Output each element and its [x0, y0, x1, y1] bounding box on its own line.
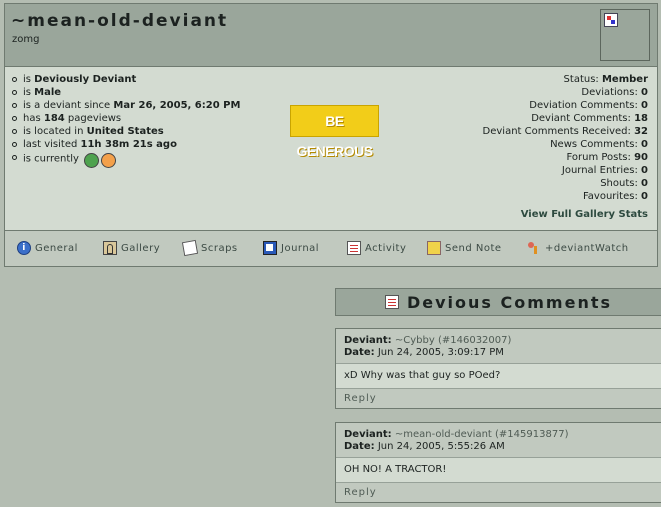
watch-icon	[527, 241, 541, 255]
comment-author-link[interactable]: ~mean-old-deviant	[395, 429, 492, 440]
nav-gallery[interactable]: Gallery	[103, 241, 160, 255]
comment-header: Deviant: ~mean-old-deviant (#145913877) …	[336, 423, 661, 458]
comment-card: Deviant: ~Cybby (#146032007) Date: Jun 2…	[335, 328, 661, 409]
journal-icon	[263, 241, 277, 255]
profile-panel: ~mean-old-deviant zomg is Deviously Devi…	[4, 3, 658, 231]
stat-row: Deviant Comments Received: 32	[482, 126, 648, 137]
info-item: is Male	[11, 86, 241, 99]
profile-nav: i General Gallery Scraps Journal Activit…	[4, 231, 658, 267]
stat-row: News Comments: 0	[550, 139, 648, 150]
info-item: has 184 pageviews	[11, 112, 241, 125]
gallery-icon	[103, 241, 117, 255]
stat-row: Deviations: 0	[581, 87, 648, 98]
profile-info-list: is Deviously Deviant is Male is a devian…	[11, 73, 241, 168]
comment-id-link[interactable]: (#145913877)	[495, 429, 568, 440]
comments-section-title: Devious Comments	[335, 288, 661, 316]
view-gallery-stats-link[interactable]: View Full Gallery Stats	[521, 209, 648, 220]
comment-card: Deviant: ~mean-old-deviant (#145913877) …	[335, 422, 661, 503]
stat-row: Deviation Comments: 0	[529, 100, 648, 111]
profile-header: ~mean-old-deviant zomg	[5, 4, 657, 67]
reply-link[interactable]: Reply	[336, 483, 661, 502]
scraps-icon	[181, 239, 199, 257]
stat-row: Favourites: 0	[582, 191, 648, 202]
nav-activity[interactable]: Activity	[347, 241, 406, 255]
nav-journal[interactable]: Journal	[263, 241, 319, 255]
nav-send-note[interactable]: Send Note	[427, 241, 502, 255]
avatar[interactable]	[600, 9, 650, 61]
comments-icon	[384, 295, 399, 309]
nav-devwatch[interactable]: +deviantWatch	[527, 241, 629, 255]
comment-header: Deviant: ~Cybby (#146032007) Date: Jun 2…	[336, 329, 661, 364]
stat-row: Status: Member	[563, 74, 648, 85]
username[interactable]: ~mean-old-deviant	[11, 11, 228, 31]
be-generous-button[interactable]: BE GENEROUS	[290, 105, 379, 159]
info-item: is a deviant since Mar 26, 2005, 6:20 PM	[11, 99, 241, 112]
info-item-mood: is currently	[11, 151, 241, 168]
info-item: last visited 11h 38m 21s ago	[11, 138, 241, 151]
info-item: is Deviously Deviant	[11, 73, 241, 86]
info-item: is located in United States	[11, 125, 241, 138]
stat-row: Shouts: 0	[600, 178, 648, 189]
note-icon	[427, 241, 441, 255]
comment-text: xD Why was that guy so POed?	[336, 364, 661, 389]
nav-scraps[interactable]: Scraps	[181, 239, 238, 257]
stats-list: Status: Member Deviations: 0 Deviation C…	[483, 73, 648, 203]
reply-link[interactable]: Reply	[336, 389, 661, 408]
stat-row: Deviant Comments: 18	[531, 113, 648, 124]
activity-icon	[347, 241, 361, 255]
comment-author-link[interactable]: ~Cybby	[395, 335, 435, 346]
comment-id-link[interactable]: (#146032007)	[438, 335, 511, 346]
mood-green-face-icon	[84, 153, 100, 168]
mood-orange-face-icon	[101, 153, 117, 168]
info-icon: i	[17, 241, 31, 255]
tagline: zomg	[12, 34, 40, 45]
broken-image-icon	[604, 13, 618, 27]
stat-row: Journal Entries: 0	[561, 165, 648, 176]
nav-general[interactable]: i General	[17, 241, 78, 255]
stat-row: Forum Posts: 90	[566, 152, 649, 163]
comment-text: OH NO! A TRACTOR!	[336, 458, 661, 483]
